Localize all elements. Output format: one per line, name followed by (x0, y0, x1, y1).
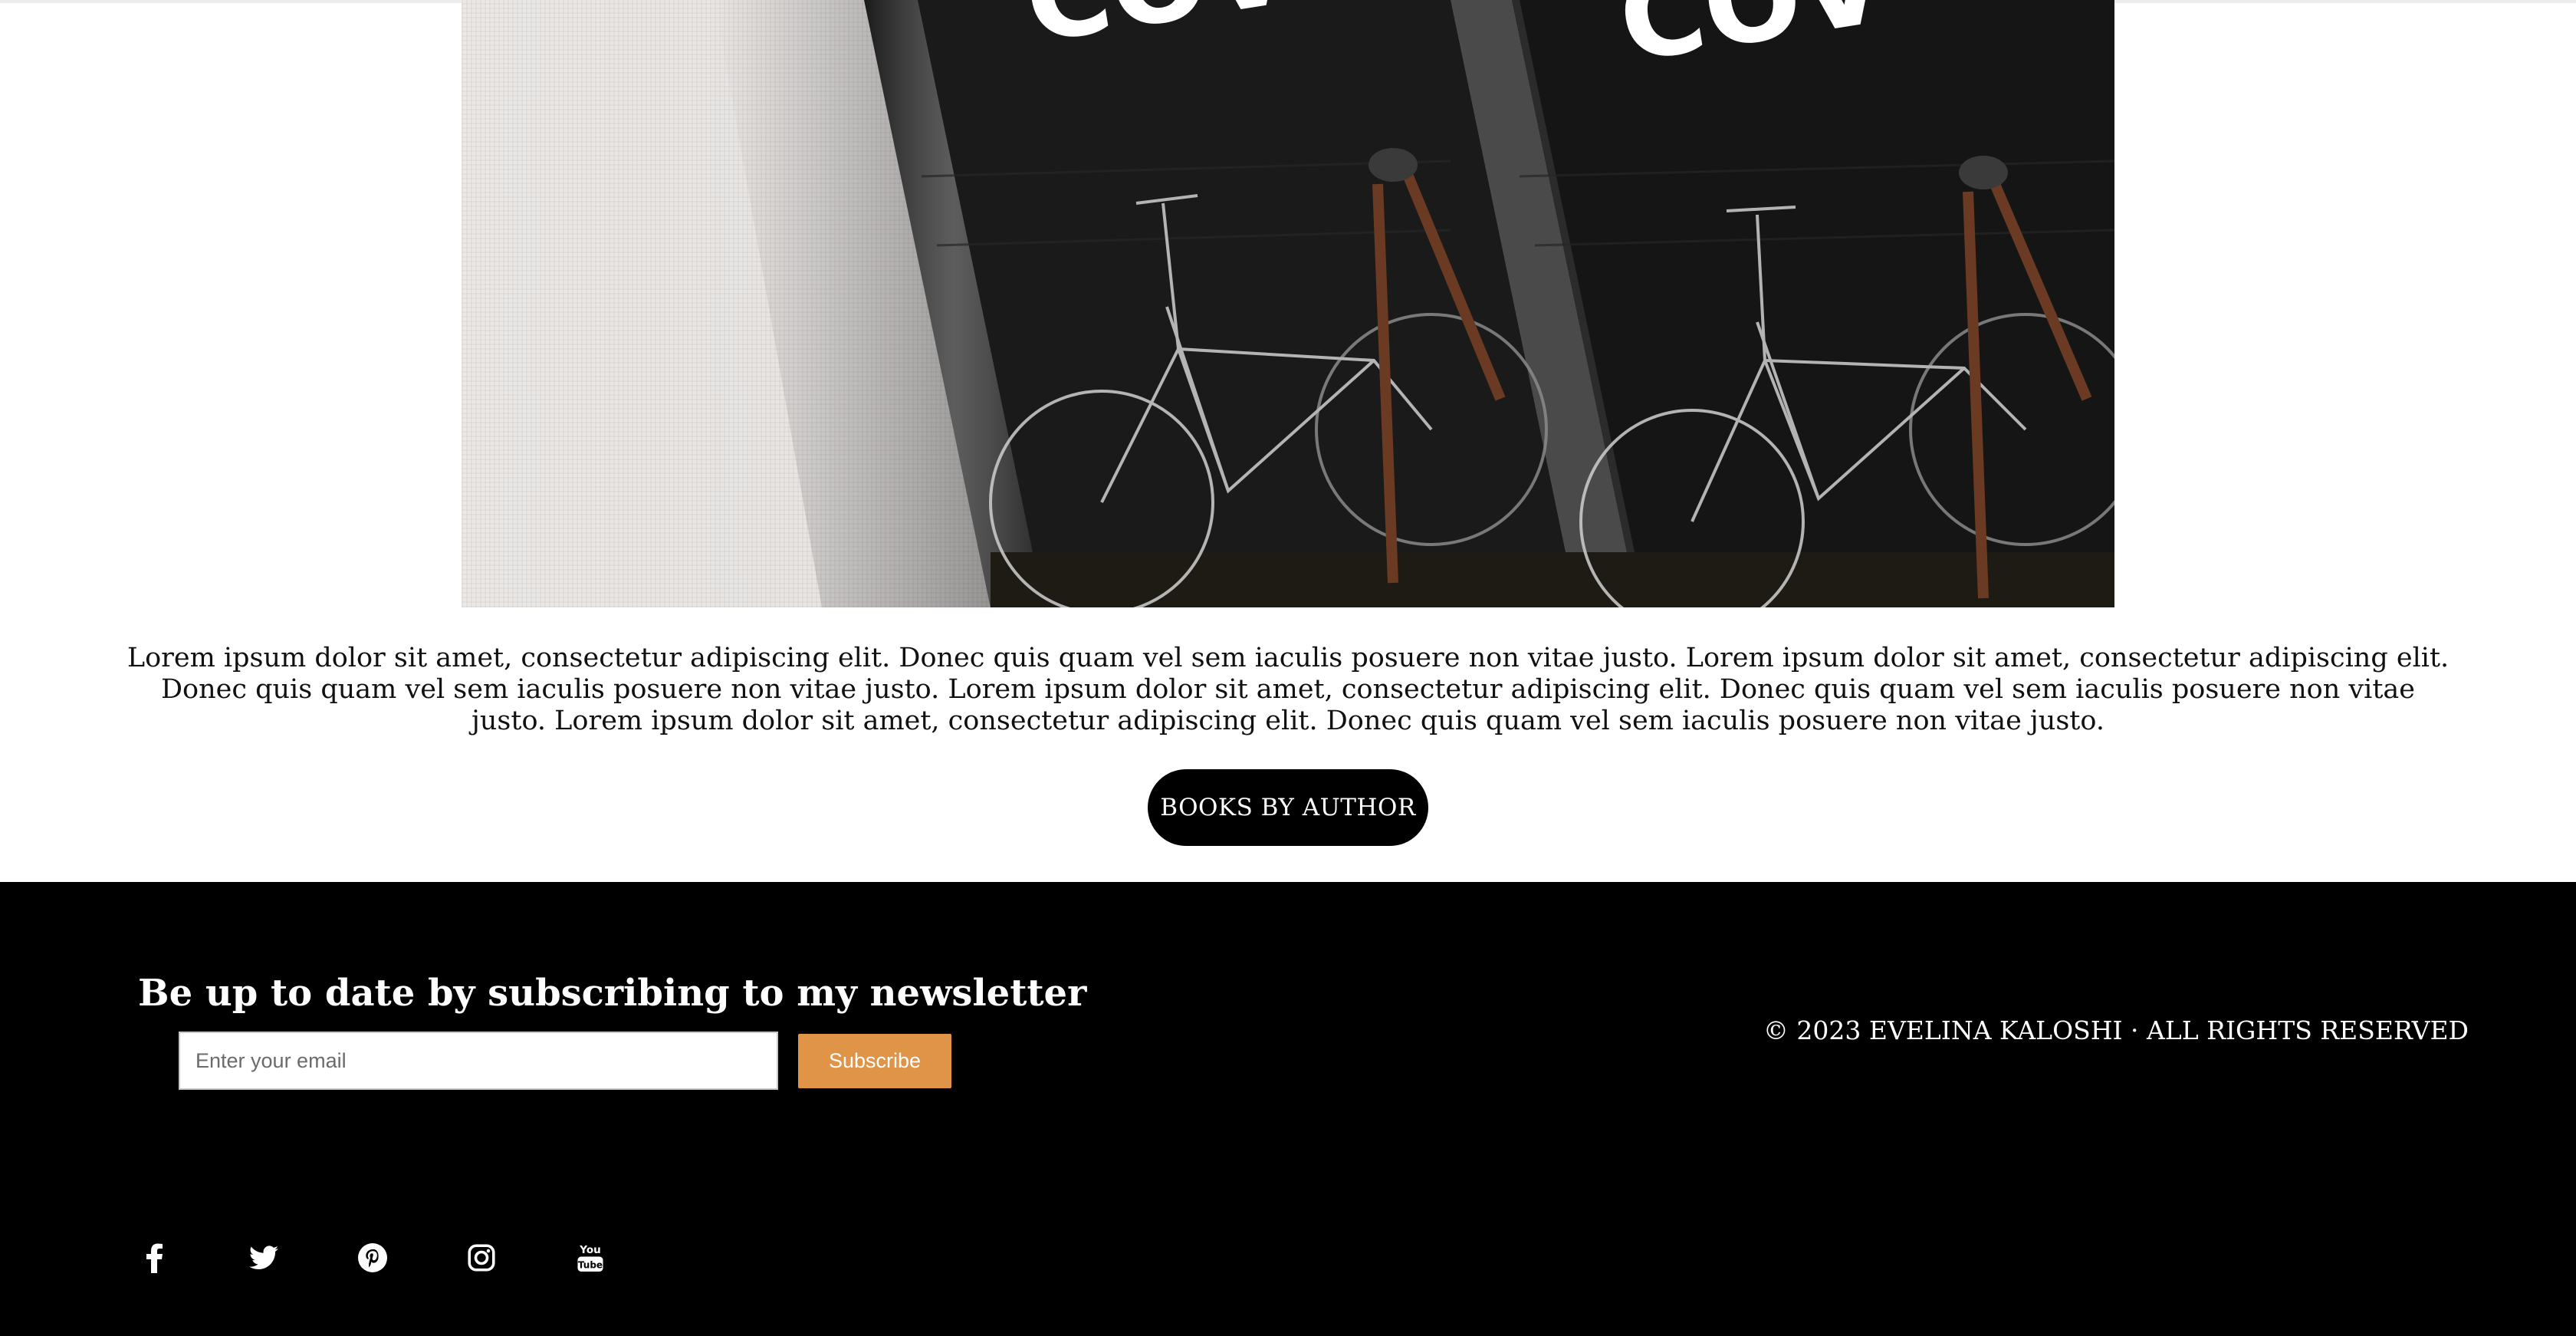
youtube-icon: You Tube (577, 1242, 604, 1274)
facebook-link[interactable] (138, 1241, 172, 1275)
book-description: Lorem ipsum dolor sit amet, consectetur … (127, 643, 2450, 736)
subscribe-button[interactable]: Subscribe (798, 1034, 951, 1088)
social-links: You Tube (138, 1235, 682, 1281)
pinterest-icon (358, 1243, 387, 1272)
books-by-author-button[interactable]: BOOKS BY AUTHOR (1148, 769, 1428, 846)
facebook-icon (146, 1242, 163, 1273)
footer: Be up to date by subscribing to my newsl… (0, 882, 2576, 1336)
book-cover-image: COV COV (462, 0, 2114, 607)
twitter-link[interactable] (247, 1241, 281, 1275)
twitter-icon (249, 1246, 278, 1270)
instagram-icon (468, 1244, 495, 1272)
copyright-text: © 2023 EVELINA KALOSHI · ALL RIGHTS RESE… (1763, 1015, 2469, 1045)
svg-text:Tube: Tube (578, 1260, 603, 1271)
pinterest-link[interactable] (356, 1241, 389, 1275)
youtube-link[interactable]: You Tube (573, 1241, 607, 1275)
svg-text:You: You (579, 1244, 600, 1256)
instagram-link[interactable] (465, 1241, 498, 1275)
newsletter-title: Be up to date by subscribing to my newsl… (138, 972, 1087, 1015)
email-field[interactable] (179, 1032, 778, 1090)
